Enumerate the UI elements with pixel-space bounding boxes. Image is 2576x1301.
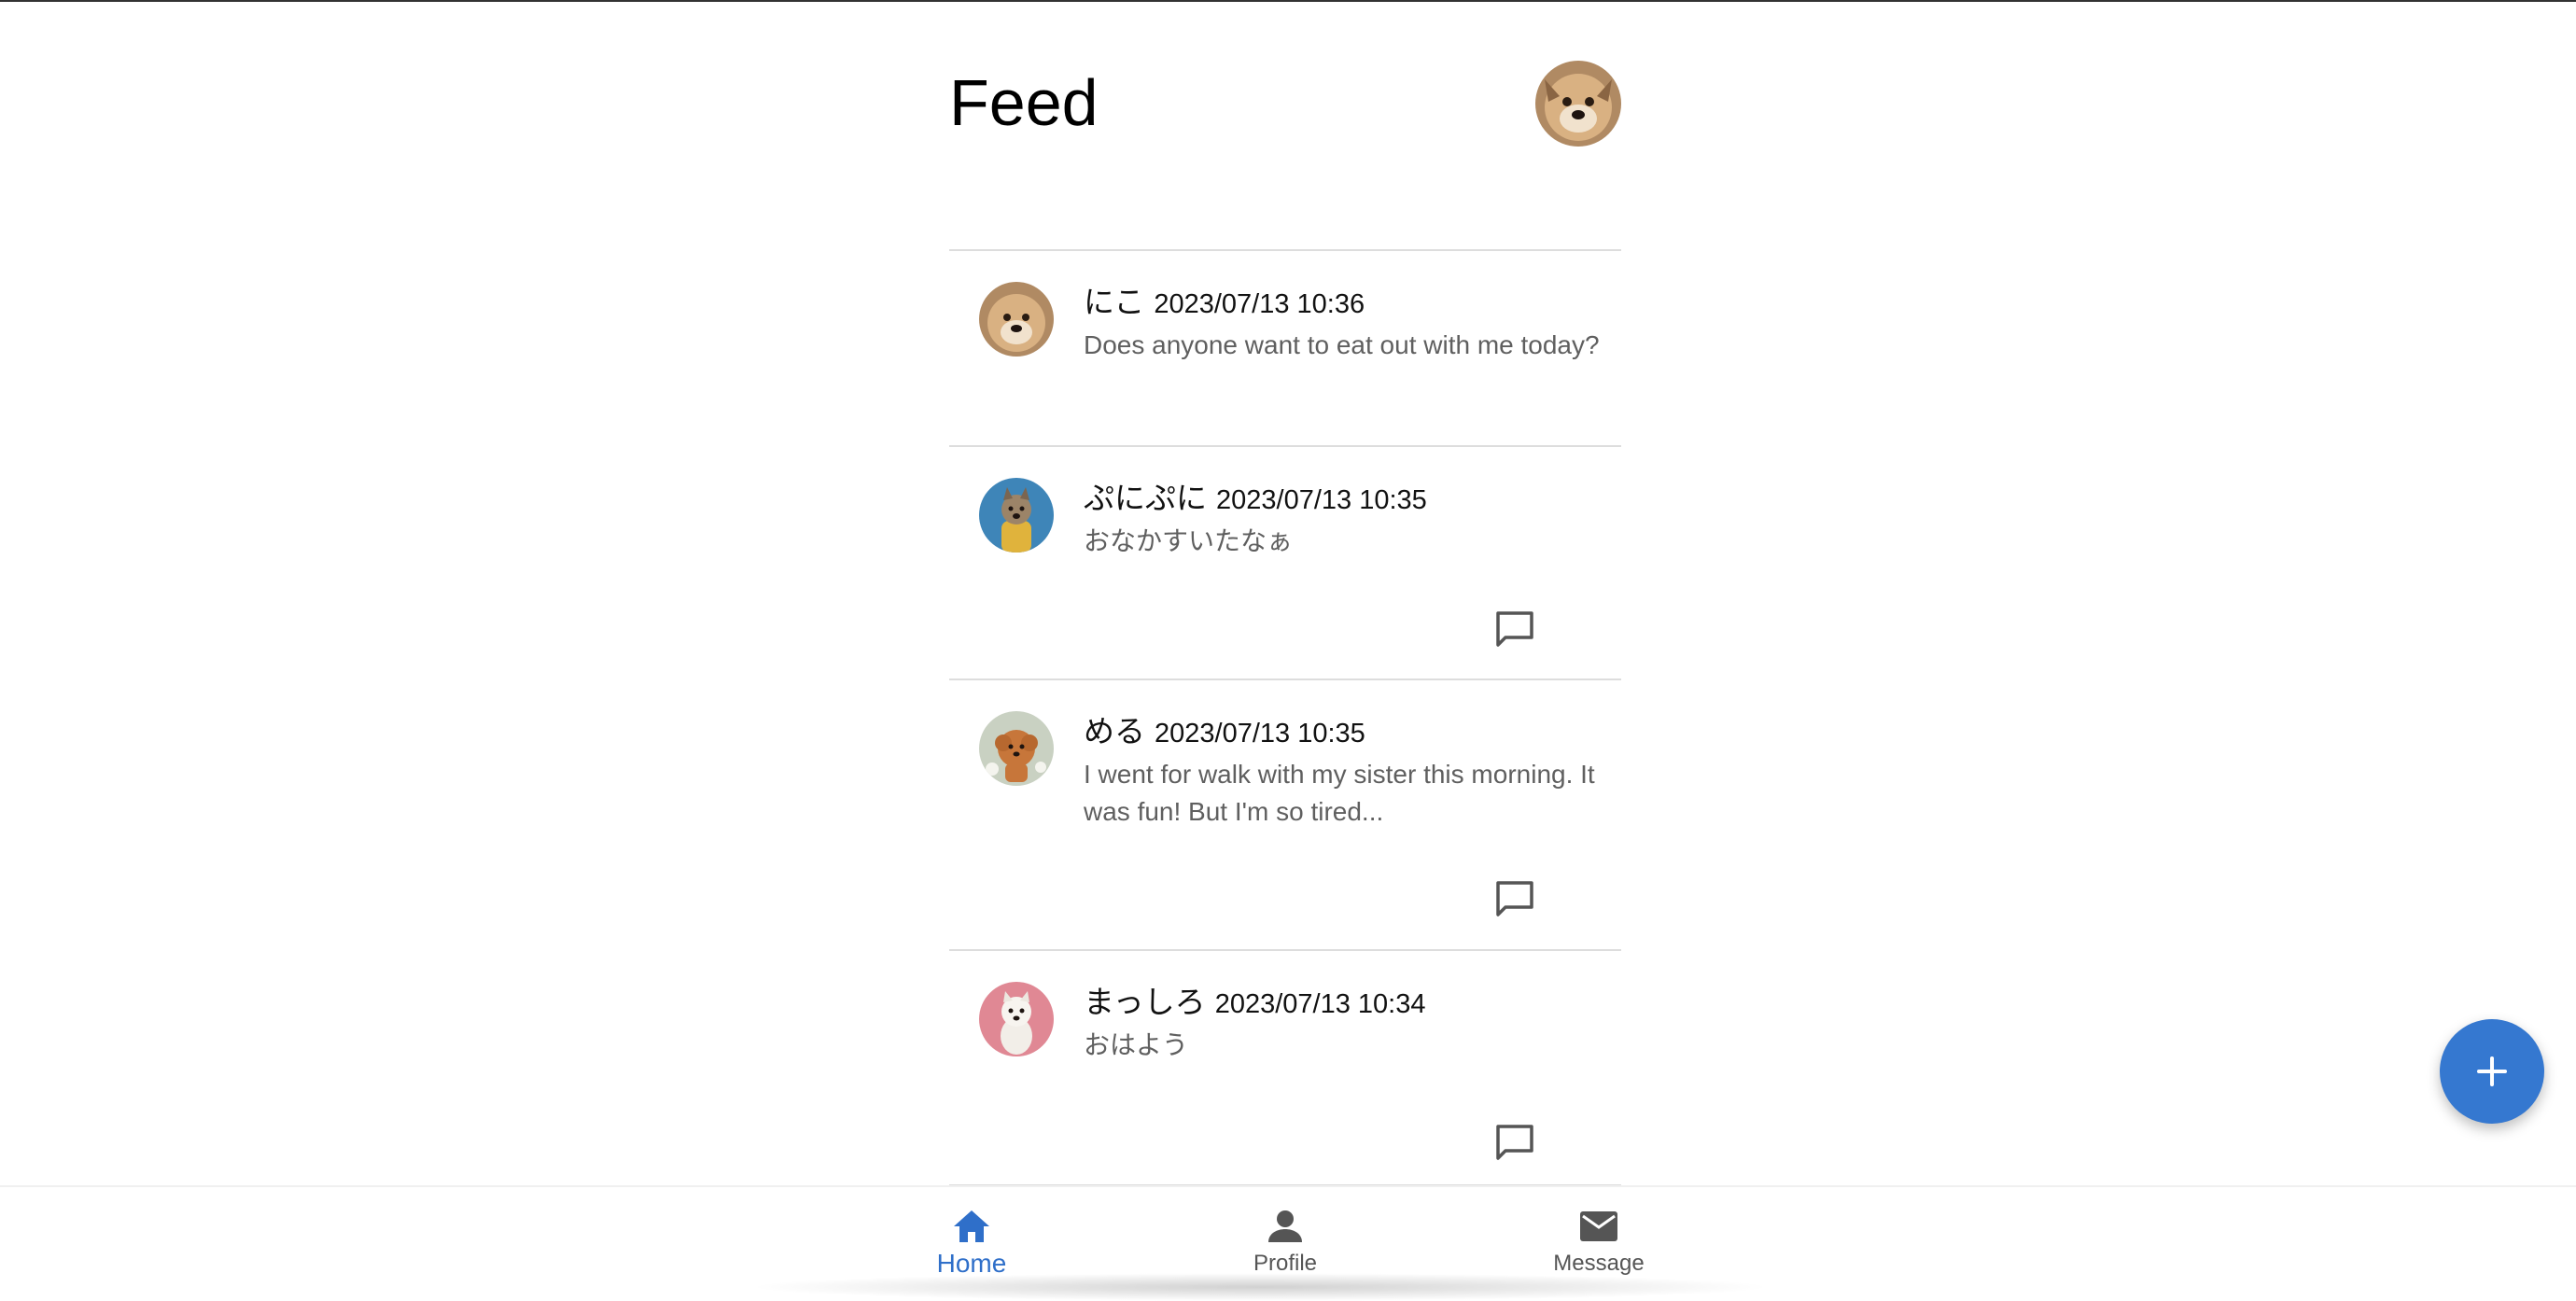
- comment-icon: [1496, 881, 1533, 916]
- plus-icon: [2477, 1056, 2507, 1086]
- comment-icon: [1496, 1125, 1533, 1160]
- nav-message-label: Message: [1553, 1251, 1645, 1276]
- post-text: I went for walk with my sister this morn…: [1084, 760, 1595, 826]
- poodle-photo-icon: [979, 711, 1054, 786]
- nav-profile-label: Profile: [1253, 1251, 1318, 1276]
- feed-page: Feed にこ 2023/07/13 10:36 Does anyone wan…: [949, 0, 1621, 1186]
- post-content: ぷにぷに 2023/07/13 10:35 おなかすいたなぁ: [1084, 480, 1606, 560]
- post-text: Does anyone want to eat out with me toda…: [1084, 330, 1600, 359]
- nav-profile[interactable]: Profile: [1192, 1208, 1379, 1292]
- post-content: まっしろ 2023/07/13 10:34 おはよう: [1084, 984, 1606, 1064]
- home-icon: [954, 1210, 989, 1242]
- white-dog-pink-bg-photo-icon: [979, 982, 1054, 1056]
- new-post-button[interactable]: [2440, 1019, 2544, 1124]
- post-timestamp: 2023/07/13 10:35: [1155, 719, 1365, 748]
- page-header: Feed: [949, 0, 1621, 215]
- post-meta: にこ 2023/07/13 10:36: [1084, 284, 1606, 323]
- post-meta: める 2023/07/13 10:35: [1084, 713, 1606, 752]
- feed-post[interactable]: める 2023/07/13 10:35 I went for walk with …: [949, 680, 1621, 951]
- post-timestamp: 2023/07/13 10:34: [1214, 989, 1426, 1019]
- feed-list: にこ 2023/07/13 10:36 Does anyone want to e…: [949, 249, 1621, 1186]
- nav-home-label: Home: [936, 1249, 1007, 1278]
- feed-post[interactable]: まっしろ 2023/07/13 10:34 おはよう: [949, 951, 1621, 1186]
- comment-button[interactable]: [1494, 879, 1535, 918]
- post-text: おなかすいたなぁ: [1084, 526, 1294, 555]
- post-author[interactable]: ぷにぷに: [1084, 481, 1207, 515]
- post-author[interactable]: にこ: [1084, 285, 1144, 319]
- post-avatar[interactable]: [979, 711, 1054, 786]
- bottom-navigation: Home Profile Message: [0, 1185, 2576, 1301]
- comment-icon: [1496, 611, 1533, 647]
- post-meta: ぷにぷに 2023/07/13 10:35: [1084, 480, 1606, 519]
- post-meta: まっしろ 2023/07/13 10:34: [1084, 984, 1606, 1023]
- post-avatar[interactable]: [979, 282, 1054, 357]
- header-avatar[interactable]: [1535, 61, 1621, 147]
- nav-message[interactable]: Message: [1505, 1208, 1692, 1292]
- post-content: にこ 2023/07/13 10:36 Does anyone want to e…: [1084, 284, 1606, 364]
- user-avatar-dog-photo-icon: [1535, 61, 1621, 147]
- comment-button[interactable]: [1494, 609, 1535, 649]
- comment-button[interactable]: [1494, 1123, 1535, 1162]
- post-avatar[interactable]: [979, 982, 1054, 1056]
- post-avatar[interactable]: [979, 478, 1054, 553]
- shiba-dog-photo-icon: [979, 282, 1054, 357]
- post-timestamp: 2023/07/13 10:36: [1154, 289, 1365, 319]
- feed-post[interactable]: にこ 2023/07/13 10:36 Does anyone want to e…: [949, 251, 1621, 447]
- post-content: める 2023/07/13 10:35 I went for walk with …: [1084, 713, 1606, 831]
- page-title: Feed: [949, 66, 1099, 139]
- person-icon: [1268, 1210, 1302, 1242]
- dog-blue-bg-photo-icon: [979, 478, 1054, 553]
- nav-home[interactable]: Home: [878, 1208, 1065, 1292]
- feed-post[interactable]: ぷにぷに 2023/07/13 10:35 おなかすいたなぁ: [949, 447, 1621, 680]
- mail-icon: [1580, 1211, 1617, 1241]
- post-author[interactable]: まっしろ: [1084, 985, 1206, 1019]
- post-text: おはよう: [1084, 1030, 1189, 1059]
- post-timestamp: 2023/07/13 10:35: [1216, 485, 1427, 515]
- post-author[interactable]: める: [1084, 714, 1145, 748]
